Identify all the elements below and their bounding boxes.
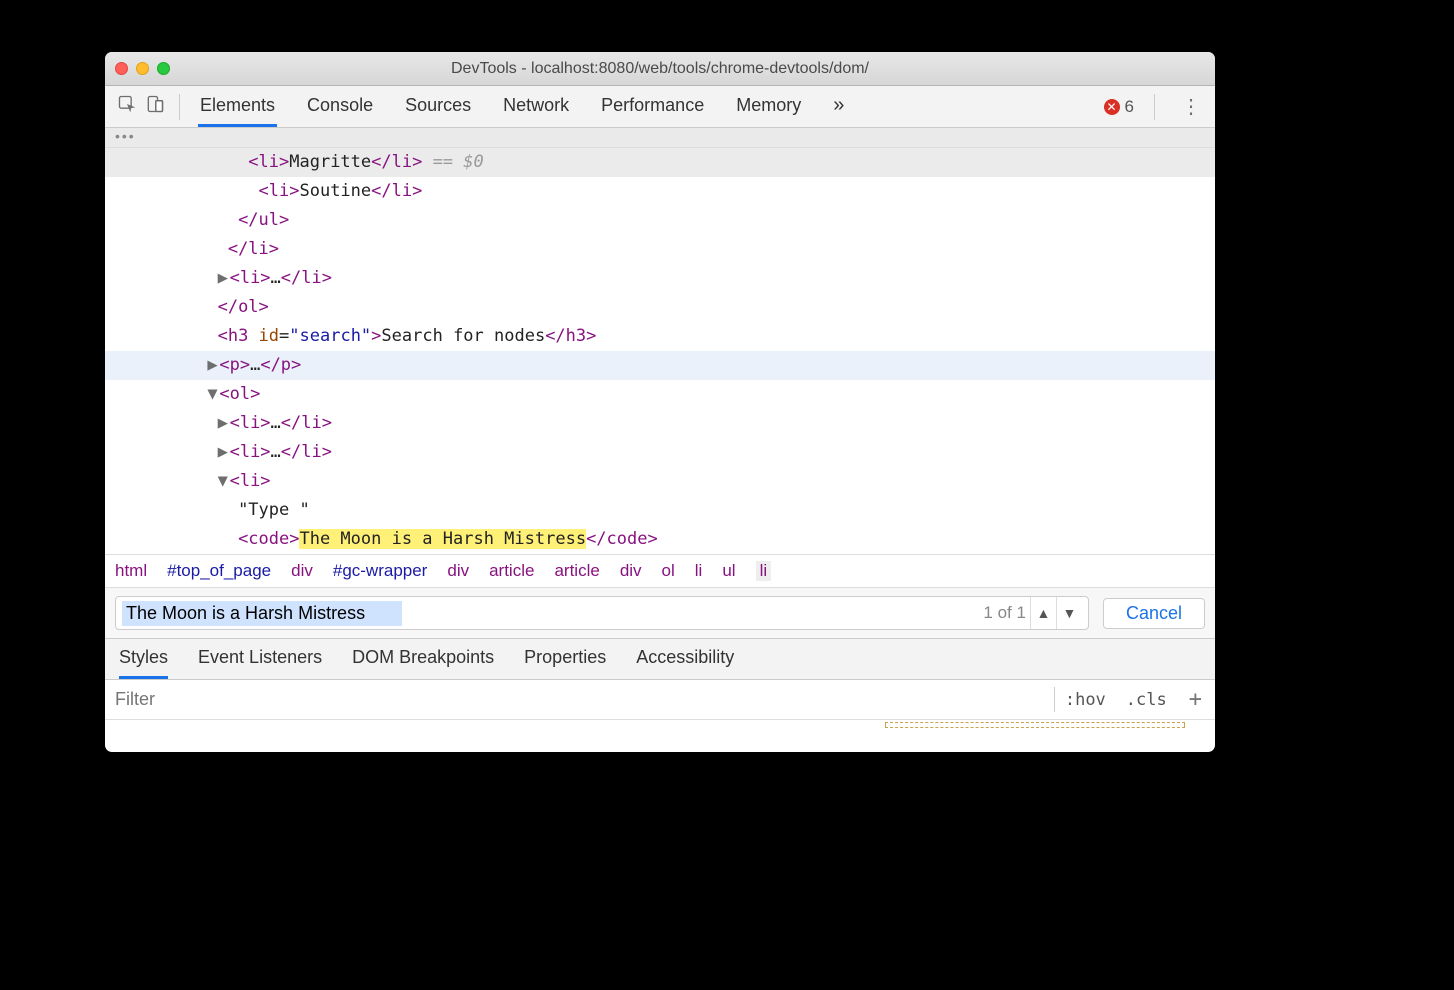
tab-sources[interactable]: Sources — [403, 86, 473, 127]
divider — [1154, 94, 1155, 120]
crumb-ul[interactable]: ul — [722, 561, 735, 581]
dom-tree[interactable]: <li>Magritte</li> == $0 <li>Soutine</li>… — [105, 148, 1215, 554]
toolbar-right: ✕ 6 ⋮ — [1104, 94, 1207, 120]
crumb-html[interactable]: html — [115, 561, 147, 581]
search-count: 1 of 1 — [983, 603, 1026, 623]
crumb-article[interactable]: article — [489, 561, 534, 581]
cancel-button[interactable]: Cancel — [1103, 598, 1205, 629]
search-next-icon[interactable]: ▼ — [1056, 597, 1082, 629]
subtab-properties[interactable]: Properties — [524, 647, 606, 679]
crumb-ol[interactable]: ol — [662, 561, 675, 581]
dom-row[interactable]: ▶<li>…</li> — [105, 264, 1215, 293]
tab-memory[interactable]: Memory — [734, 86, 803, 127]
error-count: 6 — [1125, 97, 1134, 117]
expand-arrow-icon[interactable]: ▶ — [218, 264, 230, 293]
tab-performance[interactable]: Performance — [599, 86, 706, 127]
hov-button[interactable]: :hov — [1055, 690, 1116, 710]
dom-row[interactable]: <code>The Moon is a Harsh Mistress</code… — [105, 525, 1215, 554]
add-rule-icon[interactable]: + — [1177, 687, 1214, 712]
styles-pane — [105, 719, 1215, 729]
search-prev-icon[interactable]: ▲ — [1030, 597, 1056, 629]
breadcrumb: html #top_of_page div #gc-wrapper div article… — [105, 554, 1215, 587]
kebab-icon[interactable]: ⋮ — [1175, 94, 1207, 119]
crumb-div[interactable]: div — [291, 561, 313, 581]
dom-row[interactable]: </ul> — [105, 206, 1215, 235]
subtab-event-listeners[interactable]: Event Listeners — [198, 647, 322, 679]
dashed-box — [885, 722, 1185, 728]
dom-row[interactable]: <li>Soutine</li> — [105, 177, 1215, 206]
crumb-div[interactable]: div — [620, 561, 642, 581]
dom-row[interactable]: </ol> — [105, 293, 1215, 322]
dom-row[interactable]: ▶<li>…</li> — [105, 438, 1215, 467]
search-bar: 1 of 1 ▲ ▼ Cancel — [105, 587, 1215, 638]
window-title: DevTools - localhost:8080/web/tools/chro… — [105, 60, 1215, 78]
crumb-gcwrapper[interactable]: #gc-wrapper — [333, 561, 428, 581]
tab-overflow[interactable]: » — [831, 85, 846, 128]
titlebar: DevTools - localhost:8080/web/tools/chro… — [105, 52, 1215, 86]
dom-row[interactable]: <li>Magritte</li> == $0 — [105, 148, 1215, 177]
crumb-topofpage[interactable]: #top_of_page — [167, 561, 271, 581]
crumb-li[interactable]: li — [756, 561, 772, 581]
subtab-styles[interactable]: Styles — [119, 647, 168, 679]
expand-arrow-icon[interactable]: ▶ — [218, 438, 230, 467]
panel-tabs: Elements Console Sources Network Perform… — [198, 85, 1104, 128]
dom-row[interactable]: ▶<p>…</p> — [105, 351, 1215, 380]
styles-filter-buttons: :hov .cls + — [1054, 687, 1215, 712]
main-toolbar: Elements Console Sources Network Perform… — [105, 86, 1215, 128]
error-icon: ✕ — [1104, 99, 1120, 115]
divider — [179, 94, 180, 120]
styles-tabs: Styles Event Listeners DOM Breakpoints P… — [105, 638, 1215, 679]
dom-row[interactable]: ▼<ol> — [105, 380, 1215, 409]
dom-row[interactable]: ▼<li> — [105, 467, 1215, 496]
styles-filter-row: :hov .cls + — [105, 679, 1215, 719]
search-box: 1 of 1 ▲ ▼ — [115, 596, 1089, 630]
styles-filter-input[interactable] — [115, 689, 1044, 710]
crumb-article[interactable]: article — [554, 561, 599, 581]
cls-button[interactable]: .cls — [1116, 690, 1177, 710]
error-badge[interactable]: ✕ 6 — [1104, 97, 1134, 117]
search-input[interactable] — [122, 601, 983, 626]
dom-row[interactable]: <h3 id="search">Search for nodes</h3> — [105, 322, 1215, 351]
expand-arrow-icon[interactable]: ▶ — [218, 409, 230, 438]
expand-arrow-icon[interactable]: ▼ — [207, 380, 219, 409]
device-icon[interactable] — [141, 94, 169, 119]
subtab-dom-breakpoints[interactable]: DOM Breakpoints — [352, 647, 494, 679]
dom-row[interactable]: </li> — [105, 235, 1215, 264]
styles-filter-left — [105, 689, 1054, 710]
overflow-row[interactable]: ••• — [105, 128, 1215, 148]
expand-arrow-icon[interactable]: ▼ — [218, 467, 230, 496]
crumb-li[interactable]: li — [695, 561, 703, 581]
dom-row[interactable]: ▶<li>…</li> — [105, 409, 1215, 438]
expand-arrow-icon[interactable]: ▶ — [207, 351, 219, 380]
dom-row[interactable]: "Type " — [105, 496, 1215, 525]
subtab-accessibility[interactable]: Accessibility — [636, 647, 734, 679]
devtools-window: DevTools - localhost:8080/web/tools/chro… — [105, 52, 1215, 752]
crumb-div[interactable]: div — [447, 561, 469, 581]
tab-console[interactable]: Console — [305, 86, 375, 127]
tab-elements[interactable]: Elements — [198, 86, 277, 127]
tab-network[interactable]: Network — [501, 86, 571, 127]
inspect-icon[interactable] — [113, 94, 141, 119]
